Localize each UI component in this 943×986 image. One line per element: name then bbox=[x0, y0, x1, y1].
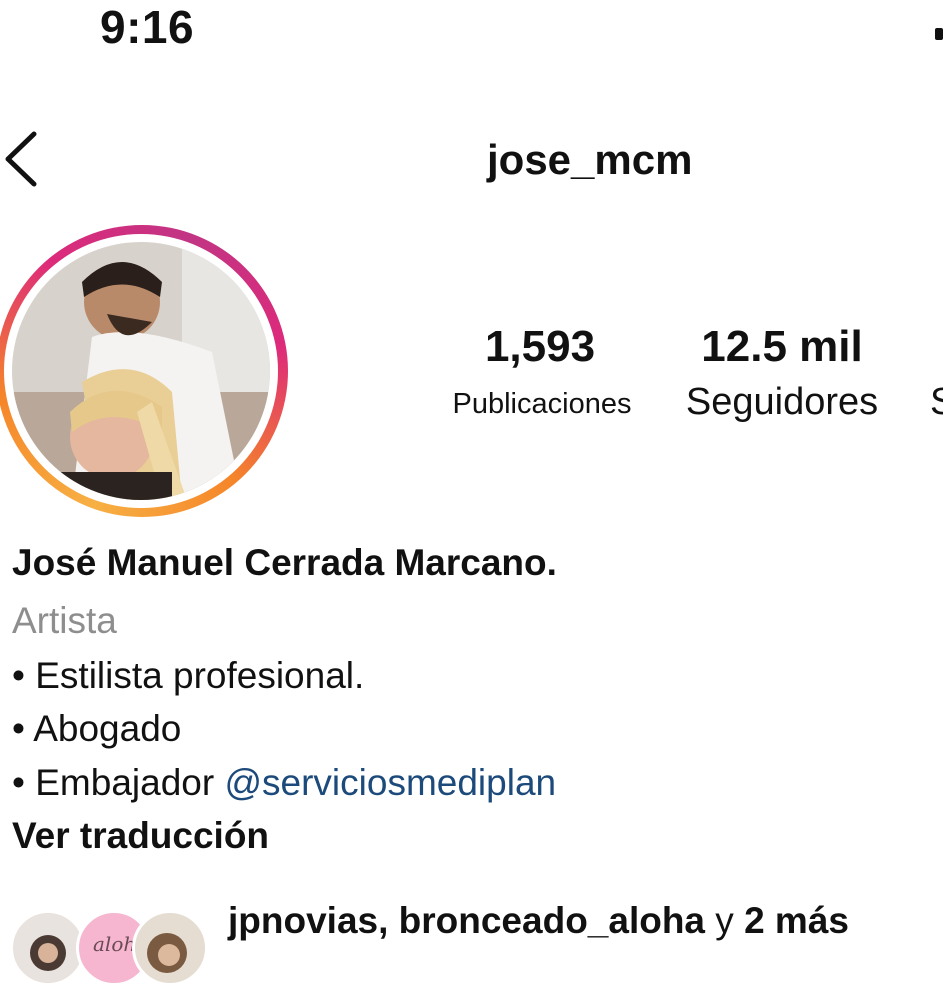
status-time: 9:16 bbox=[100, 1, 195, 53]
profile-category: Artista bbox=[12, 600, 117, 641]
avatar-photo bbox=[30, 935, 66, 971]
chevron-left-icon bbox=[5, 131, 37, 187]
followed-by-more: 2 más bbox=[744, 900, 849, 941]
avatar-photo bbox=[147, 933, 187, 973]
followed-by-text[interactable]: jpnovias, bronceado_aloha y 2 más bbox=[228, 900, 849, 942]
followed-by-connector: y bbox=[705, 900, 745, 941]
back-button[interactable] bbox=[2, 128, 42, 190]
bio-text: Estilista profesional. bbox=[35, 655, 365, 696]
avatar-photo bbox=[12, 242, 270, 500]
mention-link[interactable]: @serviciosmediplan bbox=[224, 762, 556, 803]
follower-avatar[interactable] bbox=[10, 910, 86, 986]
follower-avatar[interactable] bbox=[132, 910, 208, 986]
bio-line: • Embajador @serviciosmediplan bbox=[12, 762, 556, 804]
bio-text: Abogado bbox=[33, 708, 182, 749]
posts-count[interactable]: 1,593 bbox=[440, 322, 640, 372]
bullet: • bbox=[12, 762, 25, 803]
posts-label[interactable]: Publicaciones bbox=[430, 388, 654, 421]
bio-text: Embajador bbox=[35, 762, 225, 803]
followers-label[interactable]: Seguidores bbox=[664, 381, 900, 424]
bullet: • bbox=[12, 708, 25, 749]
avatar[interactable] bbox=[12, 242, 270, 500]
followed-by-names: jpnovias, bronceado_aloha bbox=[228, 900, 706, 941]
bio-line: • Abogado bbox=[12, 708, 181, 750]
followers-count[interactable]: 12.5 mil bbox=[672, 322, 892, 372]
see-translation-button[interactable]: Ver traducción bbox=[12, 815, 269, 857]
following-label[interactable]: S bbox=[930, 381, 943, 424]
profile-username: jose_mcm bbox=[487, 136, 693, 183]
signal-icon bbox=[935, 28, 943, 40]
profile-full-name: José Manuel Cerrada Marcano. bbox=[12, 542, 557, 583]
bullet: • bbox=[12, 655, 25, 696]
bio-line: • Estilista profesional. bbox=[12, 655, 364, 697]
